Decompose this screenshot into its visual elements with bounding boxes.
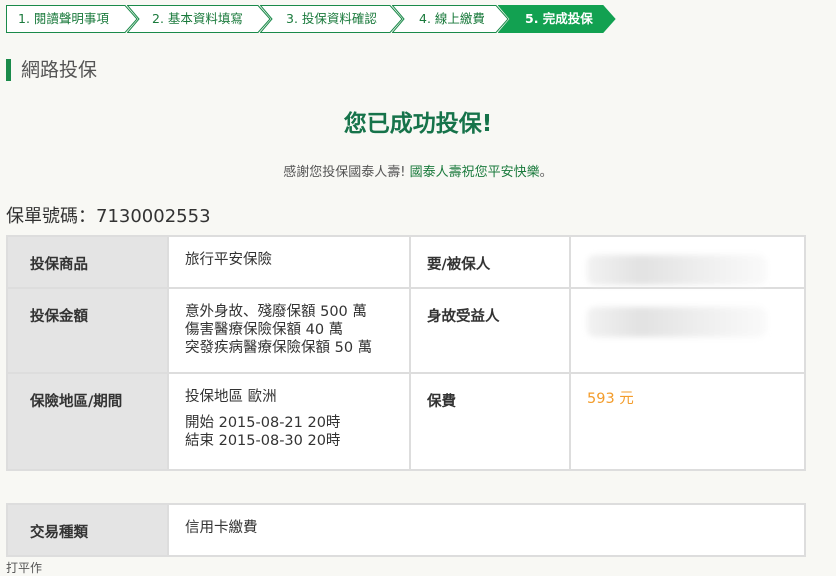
transaction-table: 交易種類 信用卡繳費 <box>6 503 806 557</box>
region-value: 投保地區 歐洲 <box>185 389 277 405</box>
thanks-highlight: 國泰人壽祝您平安快樂 <box>409 165 540 180</box>
amount-line-3: 突發疾病醫療保險保額 50 萬 <box>185 340 373 356</box>
table-row: 投保商品 旅行平安保險 要/被保人 <box>6 235 806 289</box>
section-title: 網路投保 <box>6 59 97 81</box>
transaction-label: 交易種類 <box>6 503 169 557</box>
end-date: 結束 2015-08-30 20時 <box>185 433 341 449</box>
step-2: 2. 基本資料填寫 <box>127 5 271 33</box>
amount-line-1: 意外身故、殘廢保額 500 萬 <box>185 304 367 320</box>
step-1-label: 1. 閱讀聲明事項 <box>18 11 109 26</box>
premium-label: 保費 <box>409 372 571 471</box>
amount-value: 意外身故、殘廢保額 500 萬 傷害醫療保險保額 40 萬 突發疾病醫療保險保額… <box>167 287 411 374</box>
step-3: 3. 投保資料確認 <box>260 5 403 33</box>
table-row: 投保金額 意外身故、殘廢保額 500 萬 傷害醫療保險保額 40 萬 突發疾病醫… <box>6 287 806 374</box>
step-2-label: 2. 基本資料填寫 <box>152 11 243 26</box>
table-row: 交易種類 信用卡繳費 <box>6 503 806 557</box>
table-row: 保險地區/期間 投保地區 歐洲 開始 2015-08-21 20時 結束 201… <box>6 372 806 471</box>
policy-details-table: 投保商品 旅行平安保險 要/被保人 投保金額 意外身故、殘廢保額 500 萬 傷… <box>6 235 806 471</box>
premium-value: 593 元 <box>569 372 806 471</box>
redacted-insured <box>587 255 767 285</box>
cut-off-text: 打平作 <box>6 561 43 575</box>
step-3-label: 3. 投保資料確認 <box>286 11 377 26</box>
insured-value <box>569 235 806 289</box>
product-label: 投保商品 <box>6 235 169 289</box>
transaction-value: 信用卡繳費 <box>167 503 806 557</box>
policy-number-label: 保單號碼： <box>6 206 96 227</box>
region-label: 保險地區/期間 <box>6 372 169 471</box>
step-1: 1. 閱讀聲明事項 <box>6 5 138 33</box>
step-5-label: 5. 完成投保 <box>525 11 593 26</box>
start-date: 開始 2015-08-21 20時 <box>185 415 341 431</box>
thanks-suffix: 。 <box>539 165 553 180</box>
product-value: 旅行平安保險 <box>167 235 411 289</box>
beneficiary-label: 身故受益人 <box>409 287 571 374</box>
policy-number: 保單號碼：7130002553 <box>6 202 211 228</box>
beneficiary-value <box>569 287 806 374</box>
step-4-label: 4. 線上繳費 <box>419 11 485 26</box>
insured-label: 要/被保人 <box>409 235 571 289</box>
amount-label: 投保金額 <box>6 287 169 374</box>
region-period-value: 投保地區 歐洲 開始 2015-08-21 20時 結束 2015-08-30 … <box>167 372 411 471</box>
step-4: 4. 線上繳費 <box>392 5 509 33</box>
success-message: 您已成功投保! <box>343 111 493 137</box>
policy-number-value: 7130002553 <box>96 206 211 227</box>
thanks-prefix: 感謝您投保國泰人壽! <box>283 165 406 180</box>
redacted-beneficiary <box>587 307 767 337</box>
thanks-message: 感謝您投保國泰人壽! 國泰人壽祝您平安快樂。 <box>0 161 836 180</box>
step-5: 5. 完成投保 <box>498 5 616 33</box>
amount-line-2: 傷害醫療保險保額 40 萬 <box>185 322 344 338</box>
